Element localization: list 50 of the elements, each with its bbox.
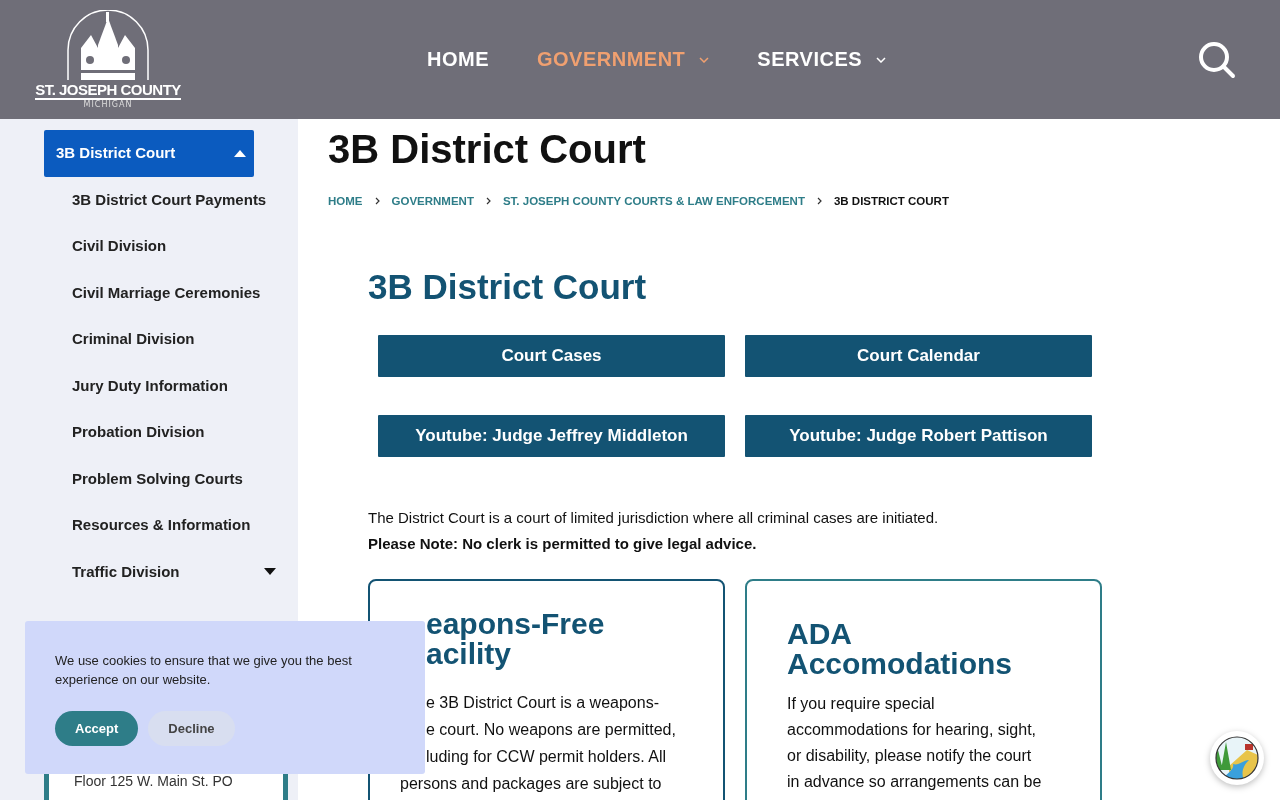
logo-wordmark[interactable]: ST. JOSEPH COUNTY xyxy=(35,82,181,100)
logo-subtitle: MICHIGAN xyxy=(83,100,133,109)
address-text: Floor 125 W. Main St. PO xyxy=(74,772,234,791)
card-text: If you require special xyxy=(787,694,936,714)
cookie-text: We use cookies to ensure that we give you the best experience on our website. xyxy=(55,652,353,689)
nav-link[interactable]: SERVICES xyxy=(757,48,887,71)
card-text: luding for CCW permit holders. All xyxy=(425,747,668,767)
caret-icon xyxy=(234,149,246,157)
breadcrumb-link[interactable]: ST. JOSEPH COUNTY COURTS & LAW ENFORCEMENT xyxy=(502,195,805,207)
note-text: Please Note: No clerk is permitted to give legal advice. xyxy=(368,534,758,554)
sidebar-item[interactable]: 3B District Court xyxy=(44,130,254,177)
decline-button[interactable]: Decline xyxy=(148,711,235,746)
chevron-right-icon xyxy=(485,197,491,205)
chevron-down-icon xyxy=(876,56,887,63)
breadcrumb-link[interactable]: GOVERNMENT xyxy=(391,195,474,207)
link-button[interactable]: Youtube: Judge Robert Pattison xyxy=(745,415,1092,457)
chevron-right-icon xyxy=(816,197,822,205)
link-button[interactable]: Court Cases xyxy=(378,335,725,377)
link-button[interactable]: Youtube: Judge Jeffrey Middleton xyxy=(378,415,725,457)
page-title: 3B District Court xyxy=(328,129,647,169)
card-heading: ADA xyxy=(787,619,853,649)
breadcrumb-link[interactable]: 3B DISTRICT COURT xyxy=(833,195,949,207)
accept-button[interactable]: Accept xyxy=(55,711,139,746)
card-text: e court. No weapons are permitted, xyxy=(425,720,677,740)
section-heading: 3B District Court xyxy=(368,267,648,307)
card-text: or disability, please notify the court xyxy=(787,746,1033,766)
sidebar-item[interactable]: Problem Solving Courts xyxy=(44,455,284,502)
link-button[interactable]: Court Calendar xyxy=(745,335,1092,377)
card-text: e 3B District Court is a weapons- xyxy=(425,693,660,713)
caret-icon xyxy=(264,568,276,576)
sidebar-item[interactable]: 3B District Court Payments xyxy=(44,176,284,223)
card-heading: Accomodations xyxy=(787,649,1014,679)
card-text: accommodations for hearing, sight, xyxy=(787,720,1037,740)
card-heading: eapons-Free xyxy=(425,609,606,639)
chevron-down-icon xyxy=(699,56,710,63)
sidebar-item[interactable]: Probation Division xyxy=(44,409,284,456)
sidebar-item[interactable]: Resources & Information xyxy=(44,502,284,549)
breadcrumb-link[interactable]: HOME xyxy=(328,195,363,207)
sidebar-item[interactable]: Civil Division xyxy=(44,223,284,270)
intro-text: The District Court is a court of limited jurisdiction where all criminal cases are initiated. xyxy=(368,508,940,528)
card-text: in advance so arrangements can be xyxy=(787,772,1043,792)
search-icon[interactable] xyxy=(1198,40,1236,79)
chevron-right-icon xyxy=(374,197,380,205)
sidebar-item[interactable]: Criminal Division xyxy=(44,316,284,363)
nav-link[interactable]: HOME xyxy=(427,48,489,71)
sidebar-item[interactable]: Civil Marriage Ceremonies xyxy=(44,269,284,316)
card-heading: acility xyxy=(425,639,512,669)
sidebar-item[interactable]: Jury Duty Information xyxy=(44,362,284,409)
sidebar-item[interactable]: Traffic Division xyxy=(44,548,284,595)
card-text: persons and packages are subject to xyxy=(400,774,663,794)
